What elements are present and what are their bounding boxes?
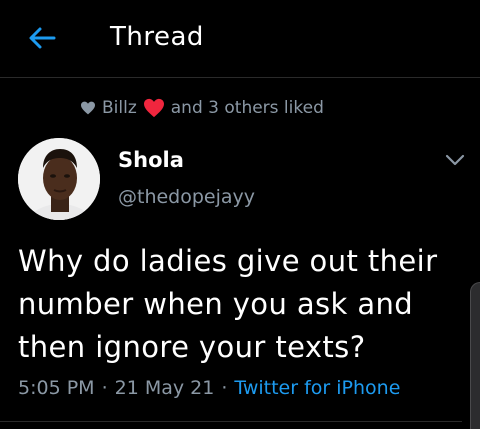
heart-icon [81,101,95,115]
separator: · [221,377,228,399]
tweet-time: 5:05 PM [18,377,95,399]
tweet-text: Why do ladies give out their number when… [18,244,438,364]
tweet-metadata: 5:05 PM · 21 May 21 · Twitter for iPhone [18,374,400,402]
chevron-down-icon [445,154,465,166]
arrow-left-icon [29,27,56,49]
tweet-date: 21 May 21 [114,377,215,399]
tweet-source-link[interactable]: Twitter for iPhone [234,377,400,399]
more-options-button[interactable] [444,152,466,166]
avatar[interactable] [18,138,100,220]
page-title: Thread [110,22,204,52]
liker-name: Billz [102,98,137,118]
author-name[interactable]: Shola [118,148,184,172]
separator: · [101,377,108,399]
profile-photo [18,138,100,220]
back-button[interactable] [28,26,56,50]
divider [0,421,462,422]
scrollbar[interactable] [470,282,480,429]
social-context[interactable]: Billz and 3 others liked [80,96,324,120]
red-heart-emoji-icon [143,98,164,118]
author-handle: @thedopejayy [118,186,256,208]
liked-by-others-text: and 3 others liked [170,98,324,118]
top-bar: Thread [0,0,480,78]
